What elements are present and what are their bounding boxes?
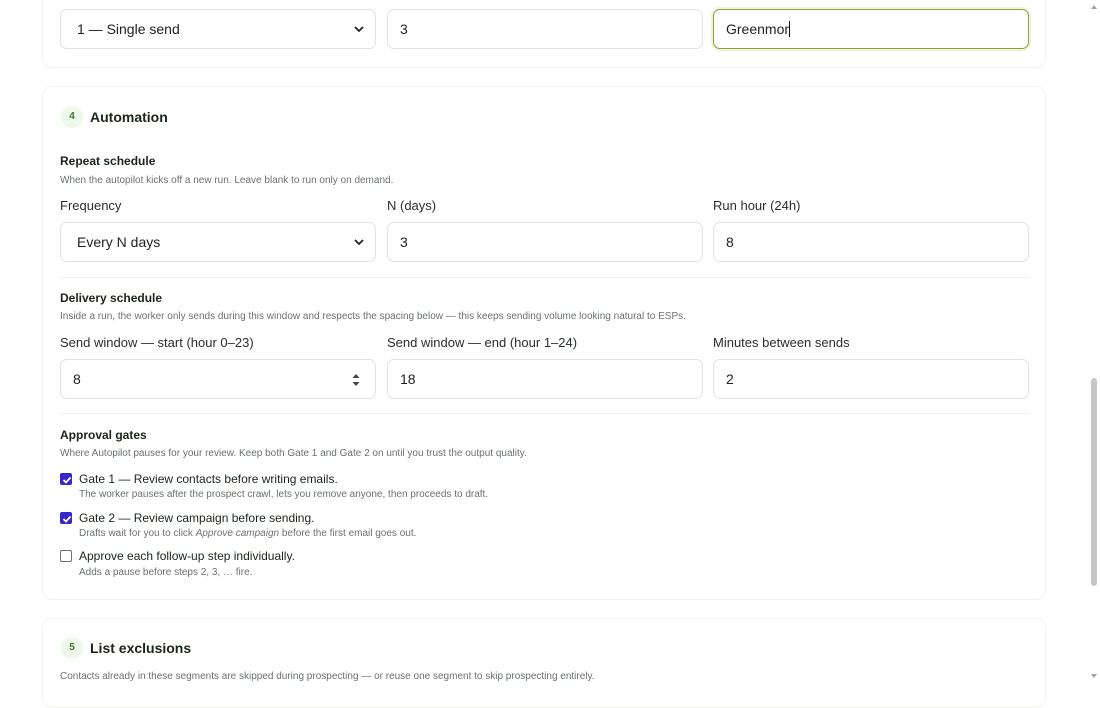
check-icon (62, 515, 72, 523)
n-days-value: 3 (400, 234, 408, 250)
section-title: Automation (90, 109, 168, 125)
followup-label[interactable]: Approve each follow-up step individually… (79, 549, 295, 563)
gate2-checkbox[interactable] (60, 512, 72, 524)
chevron-down-icon (354, 26, 364, 33)
gate1-checkbox[interactable] (60, 473, 72, 485)
minutes-between-input[interactable]: 2 (713, 359, 1029, 399)
approval-gates-title: Approval gates (60, 428, 147, 442)
gate2-desc-pre: Drafts wait for you to click (79, 528, 196, 539)
section-number-badge: 4 (61, 106, 83, 128)
chevron-down-icon (354, 239, 364, 246)
section-number-badge: 5 (61, 637, 83, 659)
scroll-up-icon[interactable] (1090, 3, 1098, 11)
delivery-schedule-title: Delivery schedule (60, 291, 163, 305)
count-input[interactable]: 3 (387, 9, 703, 49)
gate1-description: The worker pauses after the prospect cra… (79, 489, 489, 500)
section-title: List exclusions (90, 640, 192, 656)
window-end-label: Send window — end (hour 1–24) (387, 335, 578, 350)
window-start-value: 8 (73, 371, 81, 387)
name-value: Greenmor (726, 21, 791, 37)
gate2-desc-emphasis: Approve campaign (195, 528, 280, 539)
repeat-schedule-hint: When the autopilot kicks off a new run. … (60, 175, 394, 186)
section-divider (60, 413, 1030, 414)
approval-gates-hint: Where Autopilot pauses for your review. … (60, 448, 527, 459)
count-value: 3 (400, 21, 408, 37)
send-mode-value: 1 — Single send (77, 21, 180, 37)
minutes-between-value: 2 (726, 371, 734, 387)
run-hour-value: 8 (726, 234, 734, 250)
window-start-label: Send window — start (hour 0–23) (60, 335, 254, 350)
scroll-down-icon[interactable] (1090, 672, 1098, 680)
gate2-label[interactable]: Gate 2 — Review campaign before sending. (79, 511, 314, 525)
window-start-input[interactable]: 8 (60, 359, 376, 399)
frequency-value: Every N days (77, 234, 161, 250)
send-mode-select[interactable]: 1 — Single send (60, 9, 376, 49)
n-days-label: N (days) (387, 198, 437, 213)
window-end-value: 18 (400, 371, 416, 387)
repeat-schedule-title: Repeat schedule (60, 154, 156, 168)
gate2-description: Drafts wait for you to click Approve cam… (79, 528, 416, 539)
followup-description: Adds a pause before steps 2, 3, … fire. (79, 567, 253, 578)
section-divider (60, 277, 1030, 278)
n-days-input[interactable]: 3 (387, 222, 703, 262)
followup-checkbox[interactable] (60, 550, 72, 562)
gate1-label[interactable]: Gate 1 — Review contacts before writing … (79, 472, 338, 486)
scrollbar-thumb[interactable] (1091, 378, 1097, 586)
exclusions-card (42, 618, 1046, 708)
name-input[interactable]: Greenmor (713, 9, 1029, 49)
window-end-input[interactable]: 18 (387, 359, 703, 399)
frequency-select[interactable]: Every N days (60, 222, 376, 262)
gate2-desc-post: before the first email goes out. (279, 528, 417, 539)
page-scrollbar[interactable] (1088, 0, 1100, 682)
delivery-schedule-hint: Inside a run, the worker only sends duri… (60, 311, 686, 322)
number-spinner-icon[interactable] (351, 372, 361, 388)
frequency-label: Frequency (60, 198, 122, 213)
run-hour-label: Run hour (24h) (713, 198, 801, 213)
run-hour-input[interactable]: 8 (713, 222, 1029, 262)
exclusions-hint: Contacts already in these segments are s… (60, 671, 595, 682)
minutes-between-label: Minutes between sends (713, 335, 850, 350)
check-icon (62, 476, 72, 484)
